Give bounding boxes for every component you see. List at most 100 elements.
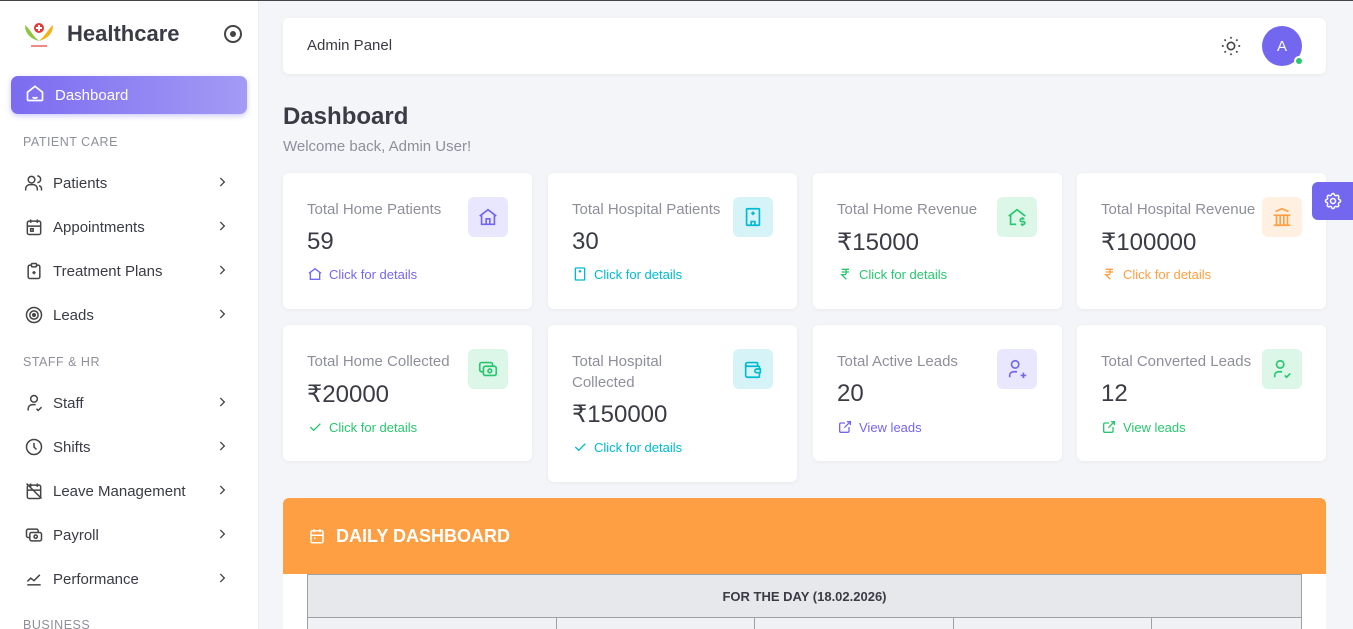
card-value: 12 (1101, 380, 1128, 407)
sidebar-item-performance[interactable]: Performance (23, 565, 237, 593)
card-value: ₹20000 (307, 381, 390, 408)
brand[interactable]: Healthcare (22, 19, 180, 49)
section-label-business: BUSINESS (23, 618, 91, 629)
sidebar-item-label: Staff (53, 394, 84, 412)
cash-icon (23, 524, 45, 546)
users-icon (23, 172, 45, 194)
page-title: Dashboard (283, 103, 409, 130)
building-hospital-icon (733, 197, 773, 237)
calendar-icon (23, 216, 45, 238)
chevron-right-icon (215, 439, 229, 457)
avatar-initial: A (1276, 37, 1287, 55)
sidebar-item-patients[interactable]: Patients (23, 169, 237, 197)
card-value: 30 (572, 228, 599, 255)
card-total-hospital-patients[interactable]: Total Hospital Patients 30 Click for det… (548, 173, 797, 309)
daily-table-header: FOR THE DAY (18.02.2026) (307, 574, 1302, 618)
currency-rupee-icon (1104, 268, 1113, 280)
card-label: Total Hospital Patients (572, 201, 721, 218)
gear-icon (1324, 192, 1341, 210)
card-label: Total Home Patients (307, 201, 442, 218)
card-total-hospital-collected[interactable]: Total Hospital Collected ₹150000 Click f… (548, 325, 797, 482)
avatar[interactable]: A (1262, 26, 1304, 66)
sidebar-item-shifts[interactable]: Shifts (23, 433, 237, 461)
table-cell (1151, 617, 1302, 629)
sidebar-item-staff[interactable]: Staff (23, 389, 237, 417)
healthcare-logo-icon (22, 19, 56, 49)
click-for-details-link[interactable]: Click for details (1101, 266, 1211, 282)
section-label-staff-hr: STAFF & HR (23, 355, 100, 369)
user-plus-icon (997, 349, 1037, 389)
sun-icon[interactable] (1220, 35, 1242, 62)
sidebar-item-label: Shifts (53, 438, 91, 456)
daily-dashboard-header: DAILY DASHBOARD (283, 498, 1326, 574)
card-label: Total Home Collected (307, 353, 450, 370)
click-for-details-link[interactable]: Click for details (307, 419, 417, 435)
table-cell (754, 617, 954, 629)
card-total-home-revenue[interactable]: Total Home Revenue ₹15000 Click for deta… (813, 173, 1062, 309)
card-label: Total Hospital Collected (572, 353, 663, 391)
sidebar-item-treatment-plans[interactable]: Treatment Plans (23, 257, 237, 285)
card-total-converted-leads[interactable]: Total Converted Leads 12 View leads (1077, 325, 1326, 461)
check-icon (574, 443, 586, 452)
sidebar: Healthcare Dashboard PATIENT CARE Patien… (0, 1, 259, 629)
clipboard-icon (23, 260, 45, 282)
external-link-icon (1103, 421, 1115, 433)
online-status-indicator (1294, 56, 1304, 66)
sidebar-item-leave-management[interactable]: Leave Management (23, 477, 237, 505)
chevron-right-icon (215, 219, 229, 237)
card-total-hospital-revenue[interactable]: Total Hospital Revenue ₹100000 Click for… (1077, 173, 1326, 309)
card-value: ₹150000 (572, 401, 668, 428)
chevron-right-icon (215, 175, 229, 193)
sidebar-item-appointments[interactable]: Appointments (23, 213, 237, 241)
chart-line-icon (23, 568, 45, 590)
chevron-right-icon (215, 395, 229, 413)
sidebar-item-leads[interactable]: Leads (23, 301, 237, 329)
sidebar-collapse-button[interactable] (224, 25, 242, 43)
clock-icon (23, 436, 45, 458)
topbar: Admin Panel A (283, 18, 1326, 74)
wallet-icon (733, 349, 773, 389)
daily-dashboard-panel: DAILY DASHBOARD FOR THE DAY (18.02.2026) (283, 498, 1326, 629)
building-bank-icon (1262, 197, 1302, 237)
sidebar-item-label: Leave Management (53, 482, 186, 500)
table-cell (953, 617, 1152, 629)
home-icon (25, 83, 45, 107)
target-icon (23, 304, 45, 326)
building-hospital-icon (574, 267, 586, 281)
sidebar-item-label: Payroll (53, 526, 99, 544)
sidebar-item-label: Leads (53, 306, 94, 324)
sidebar-item-label: Treatment Plans (53, 262, 163, 280)
section-label-patient-care: PATIENT CARE (23, 135, 118, 149)
currency-rupee-icon (840, 268, 849, 280)
home-dollar-icon (997, 197, 1037, 237)
click-for-details-link[interactable]: Click for details (837, 266, 947, 282)
card-value: ₹100000 (1101, 229, 1197, 256)
click-for-details-link[interactable]: Click for details (572, 266, 682, 282)
chevron-right-icon (215, 527, 229, 545)
calendar-icon (310, 529, 324, 544)
daily-table: FOR THE DAY (18.02.2026) (307, 574, 1302, 629)
chevron-right-icon (215, 307, 229, 325)
view-leads-link[interactable]: View leads (1101, 419, 1186, 435)
page-subtitle: Welcome back, Admin User! (283, 138, 472, 155)
sidebar-item-dashboard[interactable]: Dashboard (11, 76, 247, 114)
settings-gear-button[interactable] (1312, 182, 1353, 220)
card-value: 59 (307, 228, 334, 255)
external-link-icon (839, 421, 851, 433)
home-icon (468, 197, 508, 237)
view-leads-link[interactable]: View leads (837, 419, 922, 435)
user-icon (23, 392, 45, 414)
sidebar-item-label: Performance (53, 570, 139, 588)
topbar-title: Admin Panel (307, 37, 393, 54)
click-for-details-link[interactable]: Click for details (572, 439, 682, 455)
daily-dashboard-title: DAILY DASHBOARD (336, 525, 511, 546)
card-total-home-patients[interactable]: Total Home Patients 59 Click for details (283, 173, 532, 309)
sidebar-item-label: Dashboard (55, 86, 129, 104)
table-cell (556, 617, 755, 629)
click-for-details-link[interactable]: Click for details (307, 266, 417, 282)
card-total-active-leads[interactable]: Total Active Leads 20 View leads (813, 325, 1062, 461)
home-icon (308, 267, 322, 280)
sidebar-item-payroll[interactable]: Payroll (23, 521, 237, 549)
chevron-right-icon (215, 263, 229, 281)
card-total-home-collected[interactable]: Total Home Collected ₹20000 Click for de… (283, 325, 532, 461)
